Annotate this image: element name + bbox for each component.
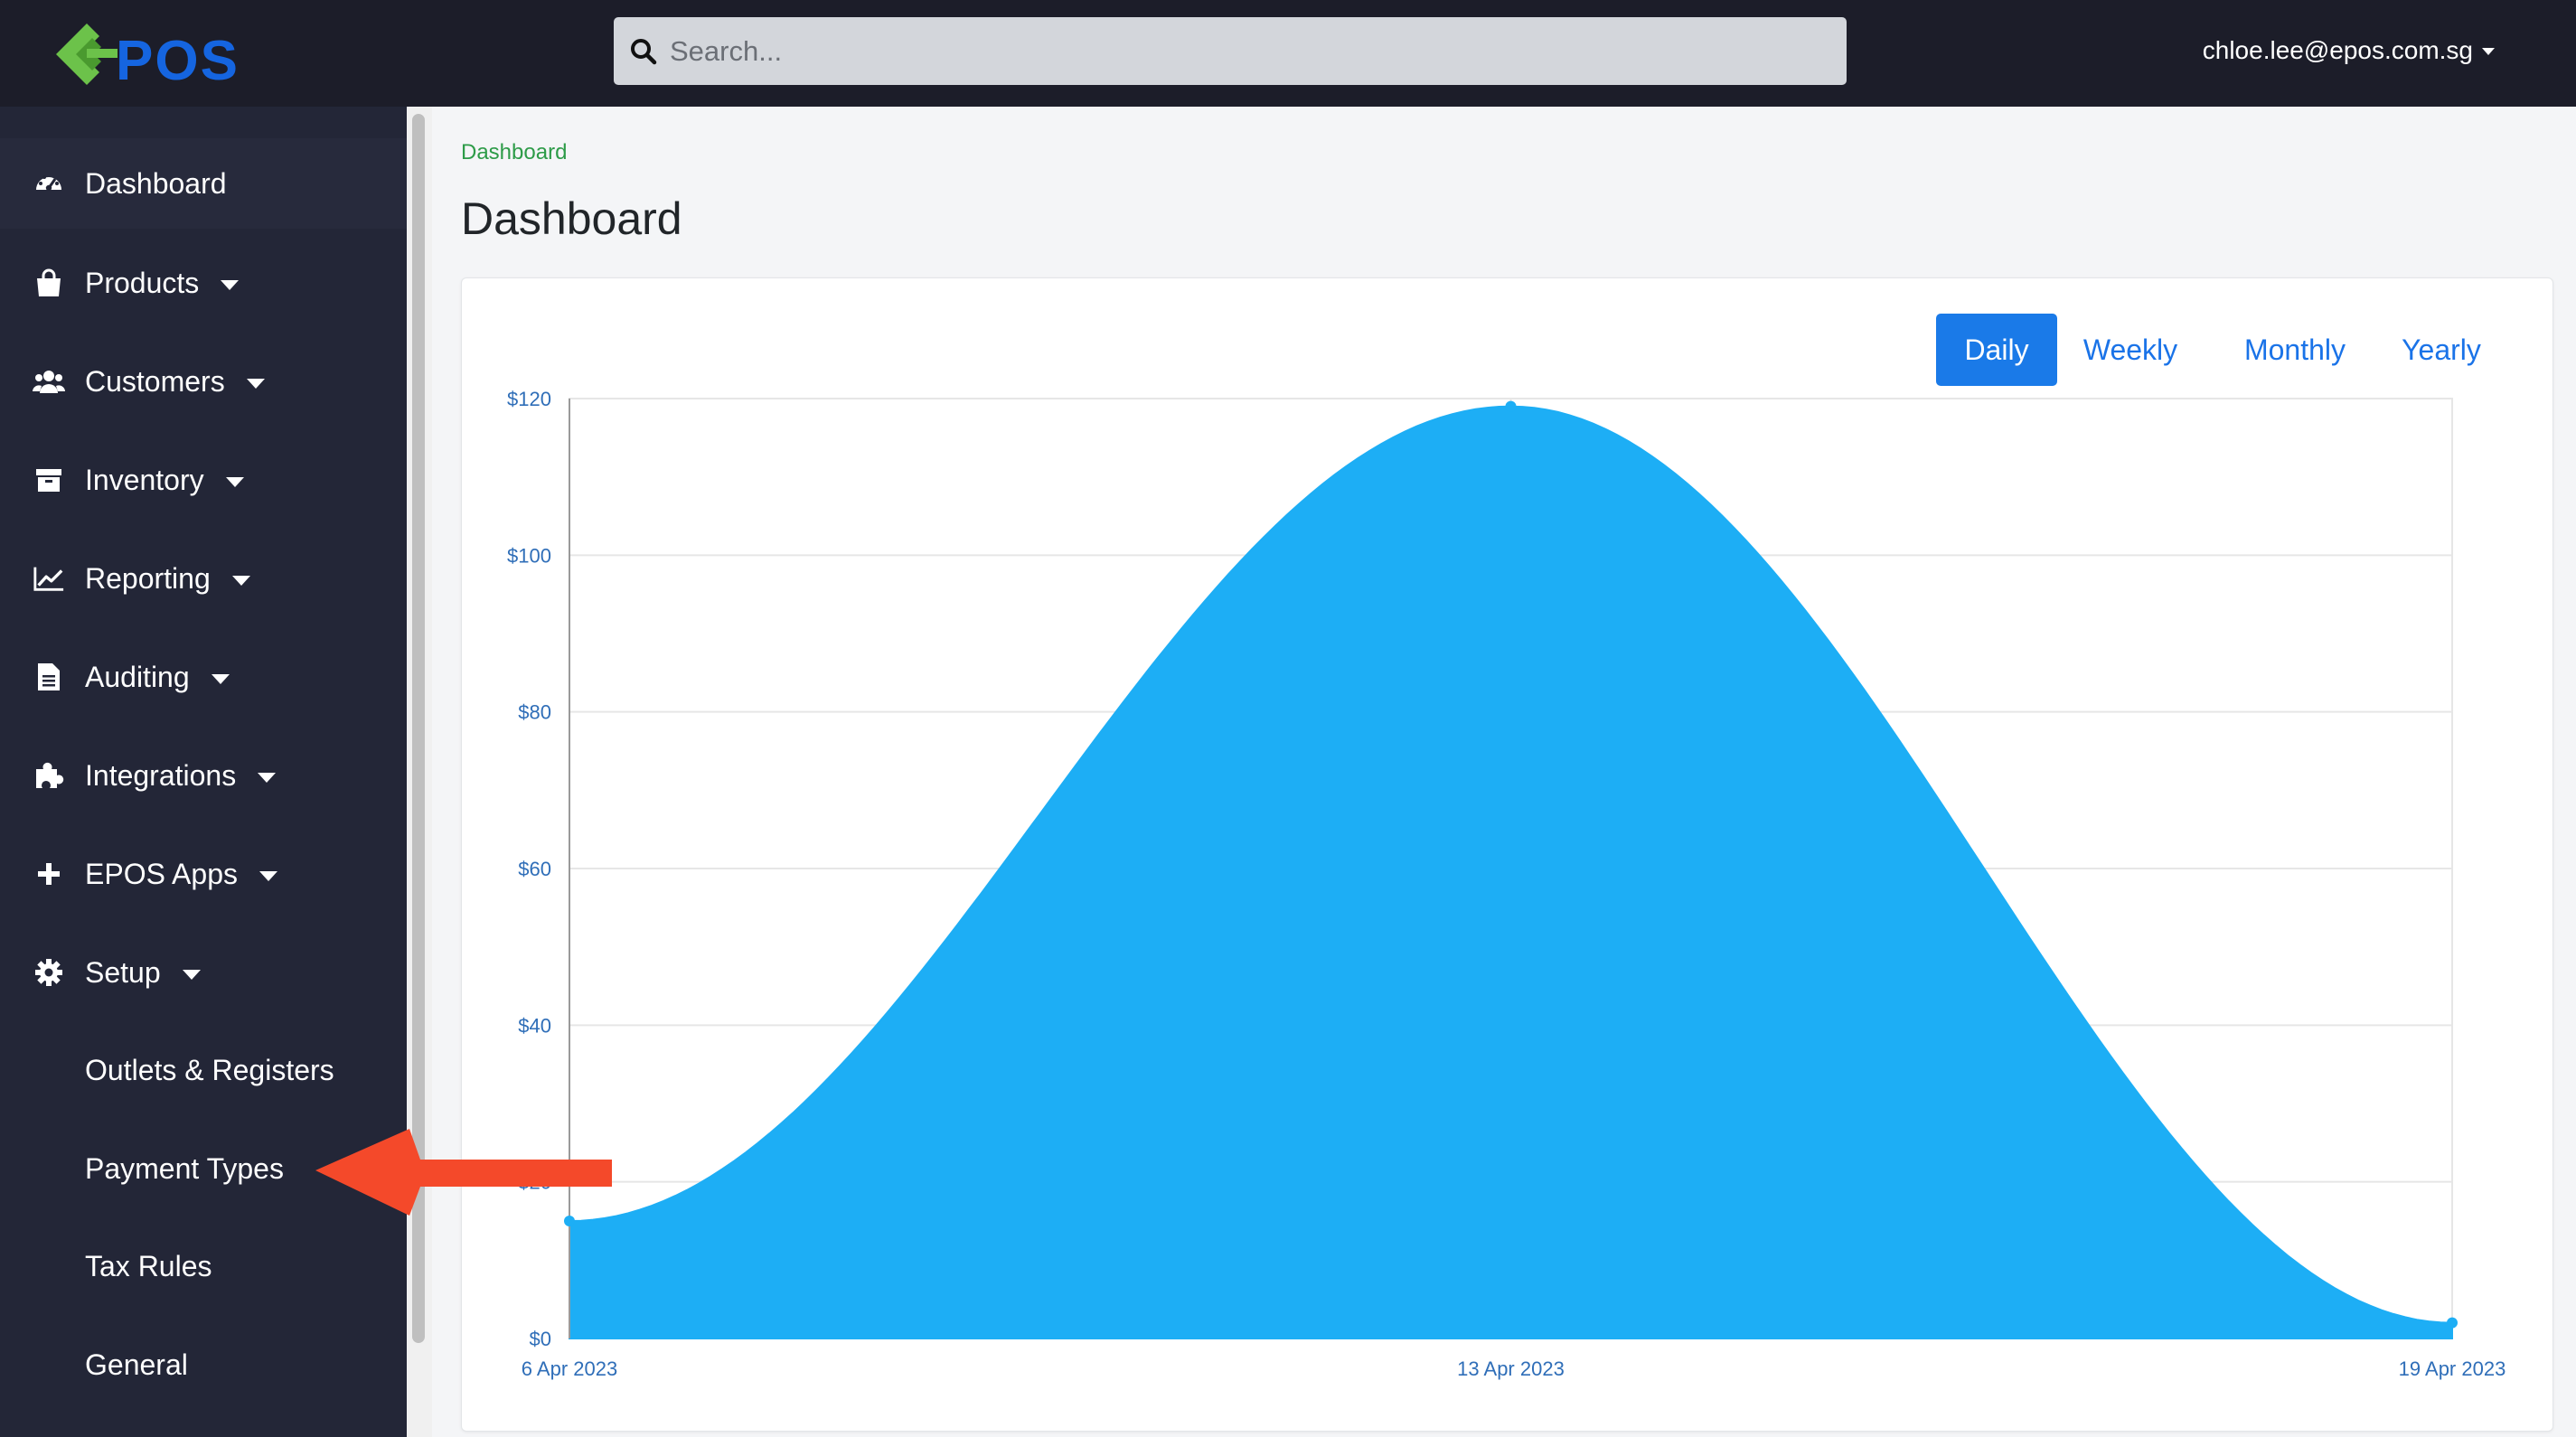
y-tick-label: $0: [530, 1328, 551, 1350]
x-tick-label: 13 Apr 2023: [1457, 1357, 1565, 1380]
annotation-arrow: [315, 1129, 612, 1216]
data-point[interactable]: [1505, 400, 1517, 412]
y-tick-label: $40: [518, 1014, 551, 1037]
data-point[interactable]: [2447, 1317, 2458, 1329]
y-tick-label: $60: [518, 858, 551, 880]
y-tick-label: $100: [507, 544, 551, 567]
y-tick-label: $120: [507, 388, 551, 410]
y-tick-label: $80: [518, 701, 551, 724]
series-area: [569, 405, 2453, 1339]
x-tick-label: 6 Apr 2023: [522, 1357, 617, 1380]
x-tick-label: 19 Apr 2023: [2399, 1357, 2506, 1380]
